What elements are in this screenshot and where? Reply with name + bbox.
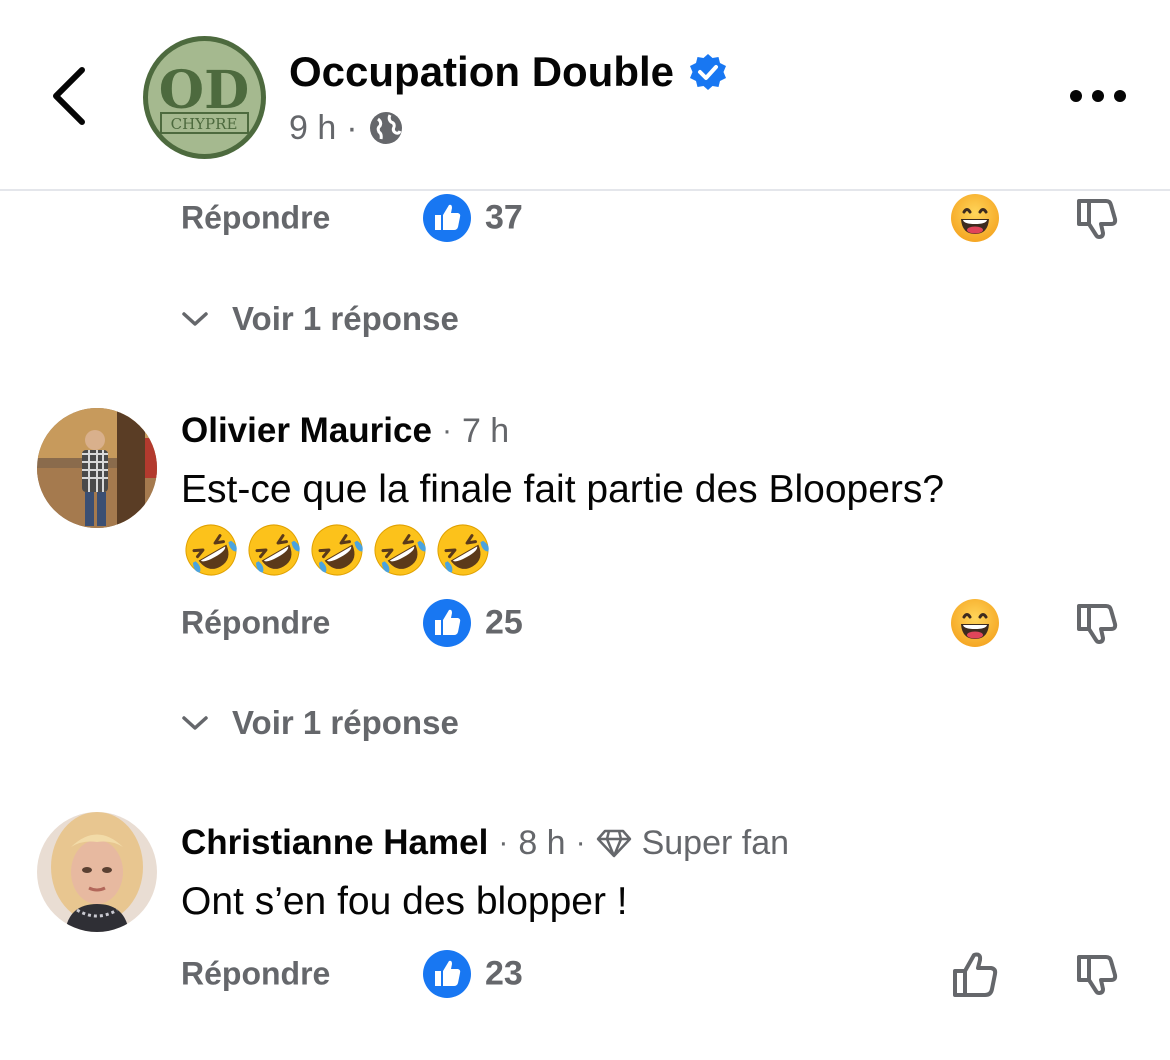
chevron-down-icon [182,312,208,326]
reply-button[interactable]: Répondre [181,200,330,237]
like-count[interactable]: 23 [485,955,523,994]
meta-separator: · [498,826,509,859]
comment-actions: Répondre 23 [0,944,1170,1004]
reply-button[interactable]: Répondre [181,956,330,993]
rolling-on-floor-laughing-icon [185,524,237,576]
comment-actions: Répondre 25 [0,593,1170,653]
post-time: 9 h [289,108,337,147]
super-fan-badge: Super fan [641,823,790,862]
rolling-on-floor-laughing-icon [248,524,300,576]
meta-separator: · [346,108,358,147]
comment-header: Olivier Maurice · 7 h [181,406,509,456]
chevron-down-icon [182,716,208,730]
more-dots-icon[interactable] [1066,84,1130,108]
see-replies-label: Voir 1 réponse [232,300,459,337]
rolling-on-floor-laughing-icon [437,524,489,576]
comment-time[interactable]: 7 h [462,412,509,451]
page-title[interactable]: Occupation Double [289,48,674,96]
thumbs-down-icon[interactable] [1074,951,1120,997]
reply-button[interactable]: Répondre [181,605,330,642]
like-count[interactable]: 25 [485,604,523,643]
post-meta: 9 h · [289,106,404,150]
comment-time[interactable]: 8 h [518,824,565,863]
verified-badge-icon [690,54,727,90]
thumbs-up-outline-icon[interactable] [950,949,1000,999]
post-header: OD CHYPRE Occupation Double 9 h · [0,0,1170,191]
grinning-face-icon[interactable] [950,598,1000,648]
meta-separator: · [575,826,586,859]
chevron-left-icon[interactable] [40,62,100,130]
comment-text: Ont s’en fou des blopper ! [181,880,628,923]
grinning-face-icon[interactable] [950,193,1000,243]
comment-header: Christianne Hamel · 8 h · Super fan [181,818,789,868]
avatar-initials: OD [159,60,249,121]
avatar-caption: CHYPRE [171,115,238,133]
like-thumb-icon [423,599,471,647]
page-avatar[interactable]: OD CHYPRE [143,36,266,159]
like-thumb-icon [423,950,471,998]
author-name[interactable]: Olivier Maurice [181,411,432,451]
comment-actions: Répondre 37 [0,188,1170,248]
avatar[interactable] [37,812,157,932]
rolling-on-floor-laughing-icon [311,524,363,576]
thumbs-down-icon[interactable] [1074,600,1120,646]
diamond-icon [596,829,631,858]
emoji-row [183,522,498,582]
like-count[interactable]: 37 [485,199,523,238]
comment-text: Est-ce que la finale fait partie des Blo… [181,468,945,511]
like-thumb-icon [423,194,471,242]
see-replies-button[interactable]: Voir 1 réponse [180,294,459,344]
see-replies-label: Voir 1 réponse [232,704,459,741]
meta-separator: · [441,414,452,447]
author-name[interactable]: Christianne Hamel [181,823,488,863]
avatar[interactable] [37,408,157,528]
thumbs-down-icon[interactable] [1074,195,1120,241]
globe-icon [369,112,402,144]
see-replies-button[interactable]: Voir 1 réponse [180,698,459,748]
rolling-on-floor-laughing-icon [374,524,426,576]
